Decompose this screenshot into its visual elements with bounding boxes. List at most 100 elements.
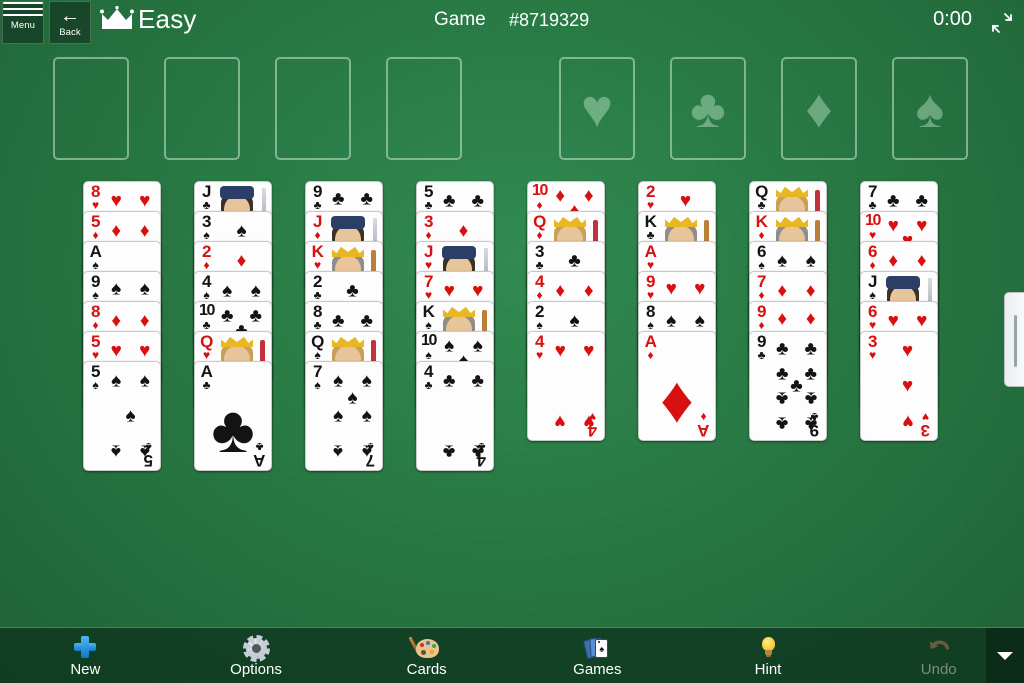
card-pip: ♠ xyxy=(694,310,705,332)
hamburger-icon xyxy=(3,2,43,16)
card-pip: ♠ xyxy=(250,280,261,302)
card-7-spades[interactable]: 7 ♠ ♠ ♠ ♠ ♠ ♠ ♠ ♠ 7 ♠ xyxy=(305,361,383,471)
toolbar-new-label: New xyxy=(70,661,101,678)
side-drawer-handle[interactable] xyxy=(1004,292,1024,387)
card-suit-icon: ♦ xyxy=(92,318,99,332)
card-rank: 4 xyxy=(588,421,597,440)
card-suit-icon: ♥ xyxy=(588,410,597,424)
card-suit-icon: ♥ xyxy=(921,410,930,424)
card-corner-top-left: 6 ♠ xyxy=(753,243,770,271)
card-pip: ♣ xyxy=(886,190,900,212)
card-suit-icon: ♦ xyxy=(203,258,210,272)
card-suit-icon: ♣ xyxy=(313,318,322,332)
card-corner-top-left: 2 ♥ xyxy=(642,183,659,211)
card-suit-icon: ♦ xyxy=(425,228,432,242)
card-4-clubs[interactable]: 4 ♣ ♣ ♣ ♣ ♣ 4 ♣ xyxy=(416,361,494,471)
card-5-spades[interactable]: 5 ♠ ♠ ♠ ♠ ♠ ♠ 5 ♠ xyxy=(83,361,161,471)
card-corner-top-left: 10 ♣ xyxy=(198,303,215,332)
card-pip: ♣ xyxy=(471,370,484,392)
card-suit-icon: ♥ xyxy=(91,348,100,362)
card-corner-bottom-right: 9 ♣ xyxy=(806,410,823,440)
card-pip: ♠ xyxy=(361,370,372,392)
card-corner-top-left: 7 ♠ xyxy=(309,363,326,391)
toolbar-cards[interactable]: Cards xyxy=(341,628,512,683)
card-suit-icon: ♠ xyxy=(425,348,432,362)
card-pip: ♣ xyxy=(915,190,928,212)
cards-icon: ♠ xyxy=(582,635,612,661)
card-A-diamonds[interactable]: A ♦ ♦ A ♦ xyxy=(638,331,716,441)
toolbar-options-label: Options xyxy=(230,661,282,678)
card-corner-top-left: A ♠ xyxy=(87,243,104,271)
card-suit-icon: ♥ xyxy=(646,198,655,212)
card-rank: 3 xyxy=(921,421,930,440)
card-3-hearts[interactable]: 3 ♥ ♥ ♥ ♥ 3 ♥ xyxy=(860,331,938,441)
card-pip: ♥ xyxy=(901,340,914,362)
card-suit-icon: ♣ xyxy=(535,258,544,272)
card-suit-icon: ♥ xyxy=(535,348,544,362)
card-pip: ♥ xyxy=(679,190,692,212)
card-corner-top-left: A ♦ xyxy=(642,333,659,361)
card-suit-icon: ♠ xyxy=(758,258,765,272)
card-corner-top-left: 5 ♥ xyxy=(87,333,104,361)
difficulty-title: Easy xyxy=(138,4,197,34)
card-A-clubs[interactable]: A ♣ ♣ A ♣ xyxy=(194,361,272,471)
card-pip: ♣ xyxy=(568,250,581,272)
card-pip: ♠ xyxy=(333,405,344,427)
card-pip: ♣ xyxy=(804,363,817,385)
card-corner-top-left: K ♥ xyxy=(309,243,326,271)
card-pip: ♠ xyxy=(472,335,483,357)
toolbar-cards-label: Cards xyxy=(406,661,447,678)
card-pip: ♥ xyxy=(443,280,455,302)
menu-button[interactable]: Menu xyxy=(2,1,44,44)
card-4-hearts[interactable]: 4 ♥ ♥ ♥ ♥ ♥ 4 ♥ xyxy=(527,331,605,441)
card-suit-icon: ♦ xyxy=(536,288,543,302)
toolbar-games[interactable]: ♠ Games xyxy=(512,628,683,683)
card-corner-top-left: Q ♠ xyxy=(309,333,326,361)
collapse-arrows-icon[interactable] xyxy=(988,9,1016,37)
gear-icon xyxy=(241,635,271,662)
card-pip: ♥ xyxy=(901,410,914,432)
card-pip: ♦ xyxy=(583,185,594,207)
card-suit-icon: ♣ xyxy=(202,318,211,332)
tableau: 8♥♥♥♥5♦♦♦A♠9♠♠♠8♦♦♦♦5♥♥♥5♠♠♠♠♠♠5♠J♣3♠♠2♦… xyxy=(0,0,1024,683)
card-corner-top-left: J ♦ xyxy=(309,213,326,241)
toolbar-hint-label: Hint xyxy=(754,661,782,678)
card-pip: ♦ xyxy=(888,250,899,272)
card-corner-top-left: 3 ♠ xyxy=(198,213,215,241)
toolbar-options[interactable]: Options xyxy=(171,628,342,683)
card-pip: ♣ xyxy=(249,305,262,327)
card-corner-top-left: 9 ♣ xyxy=(753,333,770,361)
card-corner-top-left: 2 ♣ xyxy=(309,273,326,301)
card-9-clubs[interactable]: 9 ♣ ♣ ♣ ♣ ♣ ♣ ♣ ♣ ♣ ♣ 9 ♣ xyxy=(749,331,827,441)
card-corner-top-left: Q ♥ xyxy=(198,333,215,361)
card-rank: 5 xyxy=(144,451,153,470)
card-pip: ♥ xyxy=(110,340,122,362)
card-suit-icon: ♣ xyxy=(313,198,322,212)
card-pip: ♣ xyxy=(775,363,789,385)
card-pip: ♥ xyxy=(887,215,899,237)
card-pip: ♠ xyxy=(666,310,677,332)
card-corner-top-left: Q ♣ xyxy=(753,183,770,211)
card-pip: ♣ xyxy=(442,190,456,212)
card-rank: 9 xyxy=(810,421,819,440)
toolbar-new[interactable]: New xyxy=(0,628,171,683)
card-corner-top-left: 3 ♣ xyxy=(531,243,548,271)
card-suit-icon: ♠ xyxy=(869,288,876,302)
card-pip: ♥ xyxy=(139,340,151,362)
back-button[interactable]: ← Back xyxy=(49,1,91,44)
card-corner-bottom-right: 4 ♥ xyxy=(584,410,601,440)
card-suit-icon: ♣ xyxy=(868,198,877,212)
crown-icon xyxy=(100,6,134,29)
card-pip: ♦ xyxy=(583,280,594,302)
toolbar-games-label: Games xyxy=(573,661,622,678)
card-pip: ♥ xyxy=(665,278,677,300)
card-corner-top-left: 6 ♦ xyxy=(864,243,881,271)
card-rank: A xyxy=(697,421,710,440)
toolbar-undo-label: Undo xyxy=(920,661,957,678)
menu-button-label: Menu xyxy=(10,20,36,31)
toolbar-expand-chevron[interactable] xyxy=(986,628,1024,683)
card-pip: ♦ xyxy=(777,308,788,330)
toolbar-hint[interactable]: Hint xyxy=(683,628,854,683)
card-pip: ♦ xyxy=(111,220,122,242)
card-pip: ♣ xyxy=(804,338,817,360)
